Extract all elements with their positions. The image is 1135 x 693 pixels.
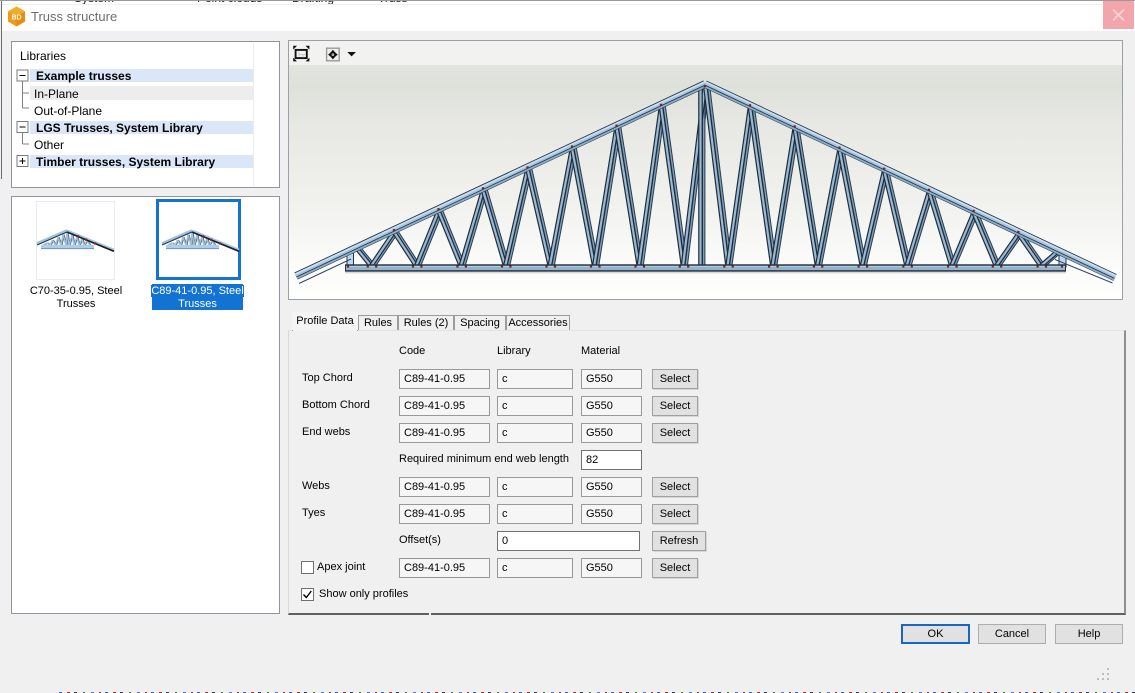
svg-text:BD: BD [11, 15, 21, 22]
